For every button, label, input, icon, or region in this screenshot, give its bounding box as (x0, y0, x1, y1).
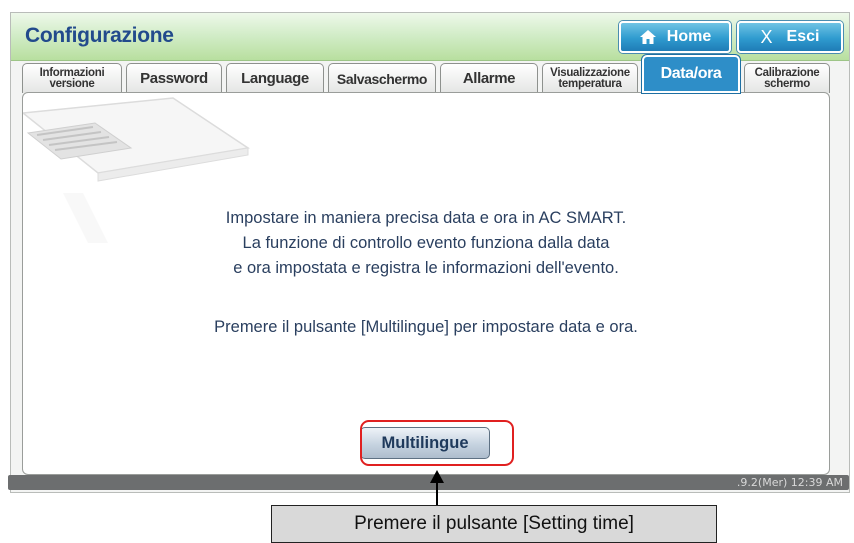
callout-box: Premere il pulsante [Setting time] (271, 505, 717, 543)
tab-label: Allarme (462, 70, 516, 87)
tab-label: Salvaschermo (336, 70, 428, 87)
tab-label: Data/ora (660, 65, 722, 82)
highlight-box (360, 420, 514, 466)
description-line-1: Impostare in maniera precisa data e ora … (225, 209, 627, 227)
tab-salvaschermo[interactable]: Salvaschermo (328, 63, 436, 93)
status-bar: .9.2(Mer) 12:39 AM (8, 475, 849, 490)
tab-informazioni-versione[interactable]: Informazioni versione (22, 63, 122, 93)
status-datetime: .9.2(Mer) 12:39 AM (736, 476, 843, 489)
home-icon (639, 30, 656, 44)
tab-label: Password (140, 70, 208, 87)
home-button[interactable]: Home (619, 21, 731, 53)
tab-visualizzazione-temperatura[interactable]: Visualizzazione temperatura (542, 63, 638, 93)
tab-label-line2: schermo (764, 77, 810, 90)
title-bar: Configurazione Home X Esci (11, 13, 849, 61)
tab-language[interactable]: Language (226, 63, 324, 93)
exit-button-label: Esci (786, 28, 820, 45)
tab-label-line2: versione (49, 77, 95, 90)
tab-password[interactable]: Password (126, 63, 222, 93)
home-button-label: Home (666, 28, 712, 45)
tab-label-line2: temperatura (558, 77, 622, 90)
exit-button[interactable]: X Esci (737, 21, 843, 53)
close-icon: X (760, 26, 773, 47)
tab-data-ora[interactable]: Data/ora (642, 55, 740, 93)
window-title: Configurazione (25, 24, 174, 47)
content-panel: Impostare in maniera precisa data e ora … (22, 92, 830, 475)
tab-bar: Informazioni versione Password Language S… (22, 55, 830, 95)
tab-calibrazione-schermo[interactable]: Calibrazione schermo (744, 63, 830, 93)
description-line-2: La funzione di controllo evento funziona… (242, 234, 610, 252)
tab-allarme[interactable]: Allarme (440, 63, 538, 93)
description-line-3: e ora impostata e registra le informazio… (233, 259, 619, 277)
instruction-text: Premere il pulsante [Multilingue] per im… (214, 318, 638, 336)
callout-text: Premere il pulsante [Setting time] (354, 513, 634, 534)
tab-label: Language (241, 70, 309, 87)
